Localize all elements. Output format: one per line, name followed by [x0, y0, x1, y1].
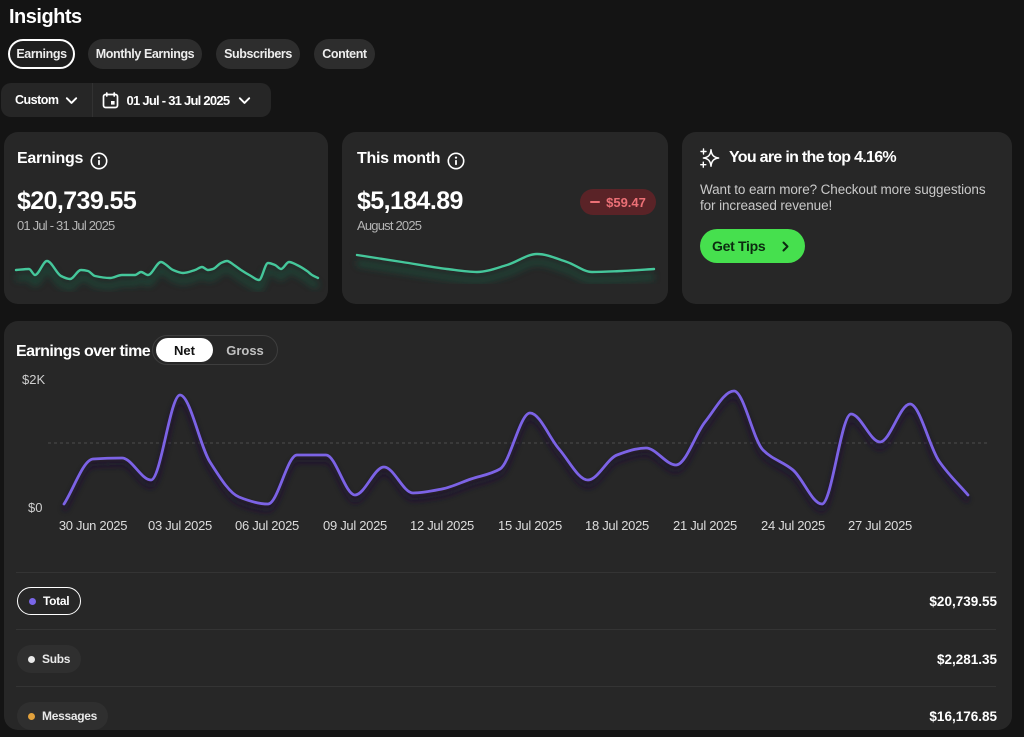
svg-text:18 Jul 2025: 18 Jul 2025	[585, 518, 649, 533]
svg-text:21 Jul 2025: 21 Jul 2025	[673, 518, 737, 533]
svg-text:06 Jul 2025: 06 Jul 2025	[235, 518, 299, 533]
svg-text:03 Jul 2025: 03 Jul 2025	[148, 518, 212, 533]
svg-text:27 Jul 2025: 27 Jul 2025	[848, 518, 912, 533]
svg-text:12 Jul 2025: 12 Jul 2025	[410, 518, 474, 533]
svg-text:$0: $0	[28, 500, 42, 515]
svg-text:24 Jul 2025: 24 Jul 2025	[761, 518, 825, 533]
svg-text:$2K: $2K	[22, 372, 45, 387]
svg-text:15 Jul 2025: 15 Jul 2025	[498, 518, 562, 533]
svg-text:30 Jun 2025: 30 Jun 2025	[59, 518, 127, 533]
svg-text:09 Jul 2025: 09 Jul 2025	[323, 518, 387, 533]
